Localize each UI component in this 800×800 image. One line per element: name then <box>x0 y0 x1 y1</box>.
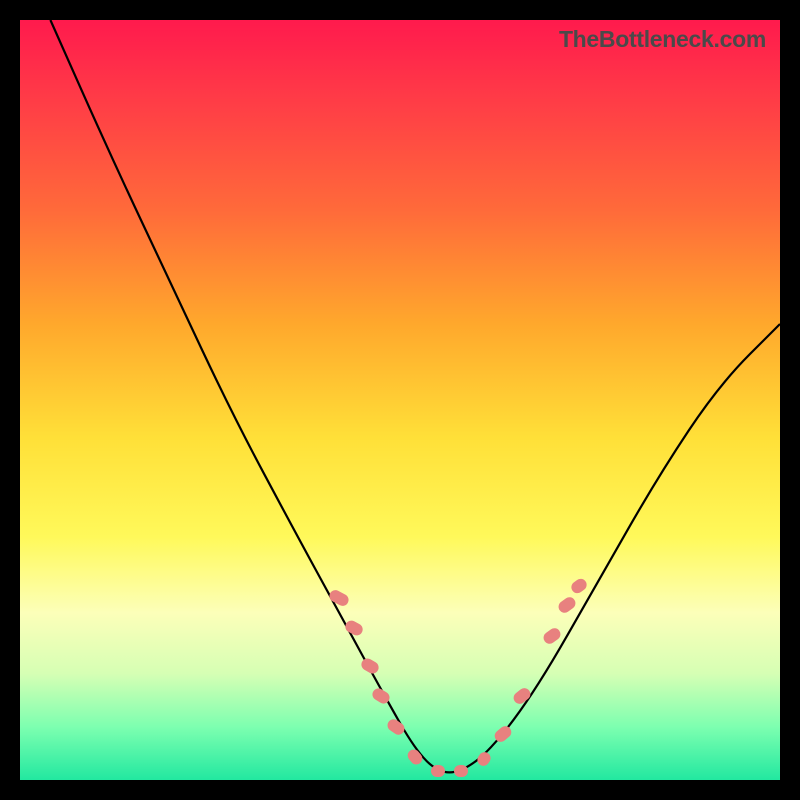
curve-svg <box>20 20 780 780</box>
plot-area: TheBottleneck.com <box>20 20 780 780</box>
data-marker <box>454 765 468 777</box>
data-marker <box>431 765 445 777</box>
chart-frame: TheBottleneck.com <box>0 0 800 800</box>
bottleneck-curve <box>50 20 780 772</box>
